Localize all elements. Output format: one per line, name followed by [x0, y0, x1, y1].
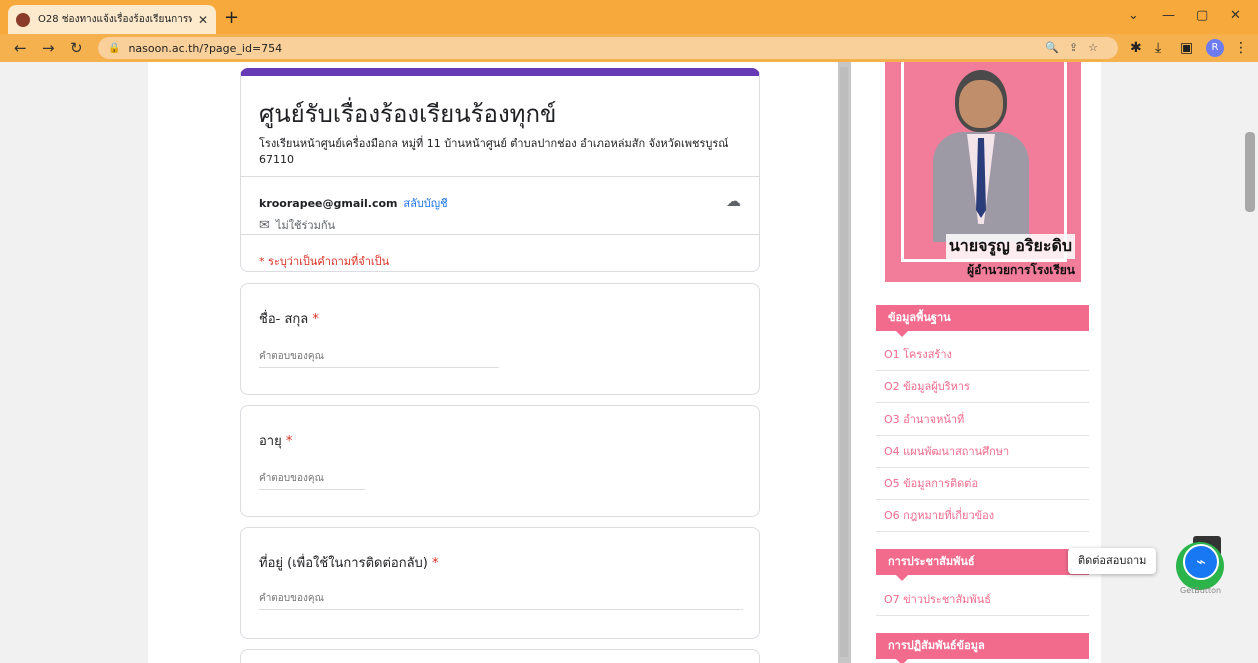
browser-tab[interactable]: O28 ช่องทางแจ้งเรื่องร้องเรียนการทุจริต … [8, 5, 216, 34]
chat-label[interactable]: ติดต่อสอบถาม [1068, 548, 1157, 574]
account-email: kroorapee@gmail.com สลับบัญชี [259, 197, 448, 210]
forward-icon[interactable]: → [42, 39, 55, 57]
sidebar-link[interactable]: O6 กฎหมายที่เกี่ยวข้อง [876, 500, 1089, 532]
question-label: ที่อยู่ (เพื่อใช้ในการติดต่อกลับ) * [259, 556, 439, 571]
mail-icon: ✉ [259, 218, 270, 233]
sidebar-link[interactable]: O7 ข่าวประชาสัมพันธ์ [876, 584, 1089, 616]
lock-icon: 🔒 [108, 42, 121, 54]
embed-scrollbar[interactable] [838, 62, 851, 663]
principal-title: ผู้อำนวยการโรงเรียน [967, 263, 1075, 277]
browser-tab-bar: O28 ช่องทางแจ้งเรื่องร้องเรียนการทุจริต … [0, 0, 1258, 34]
sidebar-link[interactable]: O3 อำนาจหน้าที่ [876, 404, 1089, 436]
restore-icon[interactable]: ▢ [1196, 8, 1208, 23]
page-scrollbar[interactable] [1242, 62, 1258, 663]
sidebar-link[interactable]: O2 ข้อมูลผู้บริหาร [876, 371, 1089, 403]
cloud-save-icon: ☁ [726, 192, 741, 210]
sidebar-link[interactable]: O5 ข้อมูลการติดต่อ [876, 468, 1089, 500]
question-card: ชื่อ- สกุล * [240, 283, 760, 395]
switch-account-link[interactable]: สลับบัญชี [403, 197, 447, 210]
getbutton-brand: GetButton [1180, 586, 1222, 595]
url-text: nasoon.ac.th/?page_id=754 [128, 41, 283, 55]
tab-title: O28 ช่องทางแจ้งเรื่องร้องเรียนการทุจริต [38, 14, 192, 25]
form-title: ศูนย์รับเรื่องร้องเรียนร้องทุกข์ [259, 100, 557, 128]
name-input[interactable] [259, 348, 499, 368]
section-heading: การปฏิสัมพันธ์ข้อมูล [876, 633, 1089, 663]
extensions-icon[interactable]: ✱ [1130, 40, 1142, 56]
question-card: อายุ * [240, 405, 760, 517]
address-input[interactable] [259, 590, 743, 610]
sidebar-link[interactable]: O4 แผนพัฒนาสถานศึกษา [876, 436, 1089, 468]
close-tab-icon[interactable]: ✕ [198, 13, 208, 27]
back-icon[interactable]: ← [14, 39, 27, 57]
minimize-icon[interactable]: — [1162, 8, 1175, 23]
new-tab-button[interactable]: + [224, 7, 239, 28]
section-heading: ข้อมูลพื้นฐาน [876, 305, 1089, 337]
window-close-icon[interactable]: ✕ [1230, 8, 1241, 23]
scrollbar-thumb[interactable] [1245, 132, 1255, 212]
form-description: โรงเรียนหน้าศูนย์เครื่องมือกล หมู่ที่ 11… [259, 137, 729, 166]
download-icon[interactable]: ⤓ [1155, 40, 1161, 56]
side-panel-icon[interactable]: ▣ [1180, 40, 1193, 56]
question-label: ชื่อ- สกุล * [259, 312, 319, 327]
site-favicon-icon [16, 12, 30, 27]
sidebar-link[interactable]: O1 โครงสร้าง [876, 339, 1089, 371]
section-heading: การประชาสัมพันธ์ [876, 549, 1089, 581]
profile-avatar[interactable]: R [1206, 39, 1224, 57]
question-card [240, 649, 760, 663]
principal-name: นายจรูญ อริยะดิบ [945, 234, 1075, 259]
required-note: * ระบุว่าเป็นคำถามที่จำเป็น [259, 255, 390, 268]
messenger-icon[interactable]: ⌁ [1183, 544, 1219, 580]
omnibox-actions[interactable]: 🔍⇪☆ [1045, 41, 1108, 54]
tab-search-icon[interactable]: ⌄ [1128, 8, 1139, 23]
form-header-card: ศูนย์รับเรื่องร้องเรียนร้องทุกข์ โรงเรีย… [240, 68, 760, 272]
not-shared-status: ✉ ไม่ใช้ร่วมกัน [259, 218, 336, 233]
question-label: อายุ * [259, 434, 293, 449]
principal-photo: นายจรูญ อริยะดิบ ผู้อำนวยการโรงเรียน [885, 62, 1081, 282]
address-bar[interactable]: 🔒 nasoon.ac.th/?page_id=754 🔍⇪☆ [98, 37, 1118, 59]
menu-icon[interactable]: ⋮ [1234, 40, 1248, 56]
browser-toolbar: ← → ↻ 🔒 nasoon.ac.th/?page_id=754 🔍⇪☆ ✱ … [0, 34, 1258, 62]
question-card: ที่อยู่ (เพื่อใช้ในการติดต่อกลับ) * [240, 527, 760, 639]
reload-icon[interactable]: ↻ [70, 39, 83, 57]
age-input[interactable] [259, 470, 365, 490]
